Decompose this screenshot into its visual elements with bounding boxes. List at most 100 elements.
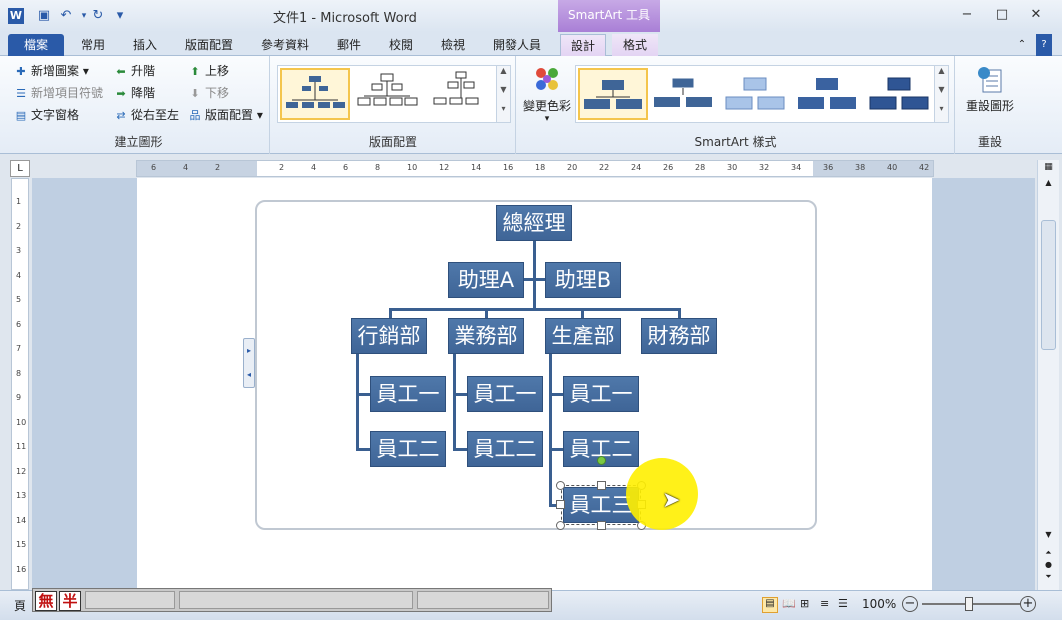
zoom-slider-thumb[interactable] <box>965 597 973 611</box>
tab-references[interactable]: 參考資料 <box>252 34 318 56</box>
minimize-button[interactable]: − <box>955 6 979 24</box>
zoom-in-button[interactable]: + <box>1020 596 1036 612</box>
page-indicator[interactable]: 頁 <box>14 597 26 614</box>
close-button[interactable]: ✕ <box>1024 6 1048 24</box>
gallery-more-icon[interactable]: ▾ <box>496 104 510 122</box>
node-sales-staff-1[interactable]: 員工一 <box>467 376 543 412</box>
name-title-org-thumbnail-icon <box>357 73 418 106</box>
horizontal-ruler[interactable]: 6 4 2 2 4 6 8 10 12 14 16 18 20 22 24 26 28 30 32 34 36 38 40 4… <box>136 160 934 177</box>
vertical-ruler[interactable]: 1 2 3 4 5 6 7 8 9 10 11 12 13 14 15 16 <box>11 178 29 590</box>
web-layout-icon[interactable]: ⊞ <box>800 597 809 610</box>
node-assistant-a[interactable]: 助理A <box>448 262 524 298</box>
promote-button[interactable]: ⬅ 升階 <box>114 62 155 80</box>
gallery-scroll-down-icon[interactable]: ▼ <box>496 85 510 104</box>
gallery-scroll-up-icon[interactable]: ▲ <box>496 66 510 85</box>
tab-home[interactable]: 常用 <box>70 34 116 56</box>
zoom-level[interactable]: 100% <box>862 597 896 611</box>
layout-dropdown-button[interactable]: 品版面配置 ▾ <box>188 106 263 124</box>
redo-icon[interactable]: ↻ <box>90 8 106 24</box>
tab-format[interactable]: 格式 <box>612 34 658 56</box>
ime-width-button[interactable]: 半 <box>59 591 81 611</box>
tab-review[interactable]: 校閱 <box>378 34 424 56</box>
text-pane-button[interactable]: ▤ 文字窗格 <box>14 106 79 124</box>
full-screen-reading-icon[interactable]: 📖 <box>782 597 796 610</box>
layout-half-circle-org-chart[interactable] <box>428 68 498 120</box>
scrollbar-thumb[interactable] <box>1041 220 1056 350</box>
maximize-button[interactable]: □ <box>990 6 1014 24</box>
node-marketing-staff-2[interactable]: 員工二 <box>370 431 446 467</box>
help-icon[interactable]: ? <box>1036 34 1052 56</box>
tab-page-layout[interactable]: 版面配置 <box>176 34 242 56</box>
text-pane-toggle-icon[interactable]: ▸ ◂ <box>243 338 255 388</box>
add-shape-button[interactable]: ✚ 新增圖案 ▾ <box>14 62 88 80</box>
node-ceo[interactable]: 總經理 <box>496 205 572 241</box>
node-dept-finance[interactable]: 財務部 <box>641 318 717 354</box>
tab-view[interactable]: 檢視 <box>430 34 476 56</box>
node-production-staff-1[interactable]: 員工一 <box>563 376 639 412</box>
style-white-outline[interactable] <box>650 68 720 120</box>
ruler-tick-label: 42 <box>919 163 930 172</box>
style-subtle-effect[interactable] <box>722 68 792 120</box>
node-sales-staff-2[interactable]: 員工二 <box>467 431 543 467</box>
styles-scroll-up-icon[interactable]: ▲ <box>934 66 948 85</box>
node-dept-sales[interactable]: 業務部 <box>448 318 524 354</box>
tab-developer[interactable]: 開發人員 <box>484 34 550 56</box>
right-to-left-button[interactable]: ⇄ 從右至左 <box>114 106 179 124</box>
next-page-icon[interactable]: ⏷ <box>1041 572 1056 584</box>
layouts-group-label: 版面配置 <box>368 135 417 149</box>
node-dept-production[interactable]: 生產部 <box>545 318 621 354</box>
ime-composition-box[interactable] <box>85 591 175 609</box>
layout-name-title-org-chart[interactable] <box>354 68 424 120</box>
node-marketing-staff-1[interactable]: 員工一 <box>370 376 446 412</box>
undo-icon[interactable]: ↶ <box>58 8 74 24</box>
ime-mode-button[interactable]: 無 <box>35 591 57 611</box>
move-up-button[interactable]: ⬆ 上移 <box>188 62 229 80</box>
scroll-up-icon[interactable]: ▲ <box>1041 178 1056 192</box>
styles-more-icon[interactable]: ▾ <box>934 104 948 122</box>
demote-button[interactable]: ➡ 降階 <box>114 84 155 102</box>
print-layout-view-icon[interactable]: ▤ <box>762 597 778 613</box>
resize-handle-sw[interactable] <box>556 521 565 530</box>
styles-scroll-down-icon[interactable]: ▼ <box>934 85 948 104</box>
save-icon[interactable]: ▣ <box>36 8 52 24</box>
collapse-ribbon-icon[interactable]: ⌃ <box>1014 34 1030 56</box>
smartart-frame[interactable]: ▸ ◂ <box>243 200 817 530</box>
outline-view-icon[interactable]: ≡ <box>820 597 829 610</box>
layout-org-chart[interactable] <box>280 68 350 120</box>
move-down-button[interactable]: ⬇ 下移 <box>188 84 229 102</box>
node-dept-marketing[interactable]: 行銷部 <box>351 318 427 354</box>
previous-page-icon[interactable]: ⏶ <box>1041 548 1056 560</box>
resize-handle-n[interactable] <box>597 481 606 490</box>
title-bar: W ▣ ↶ ▾ ↻ ▾ 文件1 - Microsoft Word SmartAr… <box>0 0 1062 32</box>
browse-object-icon[interactable]: ● <box>1041 560 1056 572</box>
zoom-out-button[interactable]: − <box>902 596 918 612</box>
word-app-icon[interactable]: W <box>8 8 24 24</box>
resize-handle-s[interactable] <box>597 521 606 530</box>
promote-arrow-icon: ⬅ <box>116 65 126 78</box>
style-intense-effect[interactable] <box>866 68 936 120</box>
vertical-scrollbar[interactable]: ▦ ▲ ▼ ⏶ ● ⏷ <box>1037 160 1059 590</box>
vruler-tick-label: 5 <box>16 295 22 304</box>
ruler-tick-label: 40 <box>887 163 898 172</box>
style-moderate-effect[interactable] <box>794 68 864 120</box>
view-ruler-icon[interactable]: ▦ <box>1041 162 1056 176</box>
change-colors-button[interactable]: 變更色彩 ▾ <box>521 64 573 130</box>
tab-selector[interactable]: L <box>10 160 30 177</box>
customize-quick-access-icon[interactable]: ▾ <box>112 8 128 24</box>
ime-status-box[interactable] <box>417 591 549 609</box>
resize-handle-nw[interactable] <box>556 481 565 490</box>
tab-insert[interactable]: 插入 <box>122 34 168 56</box>
resize-handle-w[interactable] <box>556 500 565 509</box>
tab-file[interactable]: 檔案 <box>8 34 64 56</box>
draft-view-icon[interactable]: ☰ <box>838 597 848 610</box>
scroll-down-icon[interactable]: ▼ <box>1041 530 1056 544</box>
tab-mailings[interactable]: 郵件 <box>326 34 372 56</box>
rotate-handle[interactable] <box>597 456 606 465</box>
style-simple-fill[interactable] <box>578 68 648 120</box>
move-down-icon: ⬇ <box>190 87 200 100</box>
reset-graphic-button[interactable]: 重設圖形 <box>960 64 1020 114</box>
add-bullet-button[interactable]: ☰ 新增項目符號 <box>14 84 103 102</box>
node-assistant-b[interactable]: 助理B <box>545 262 621 298</box>
tab-design[interactable]: 設計 <box>560 34 606 56</box>
ime-candidate-box[interactable] <box>179 591 413 609</box>
